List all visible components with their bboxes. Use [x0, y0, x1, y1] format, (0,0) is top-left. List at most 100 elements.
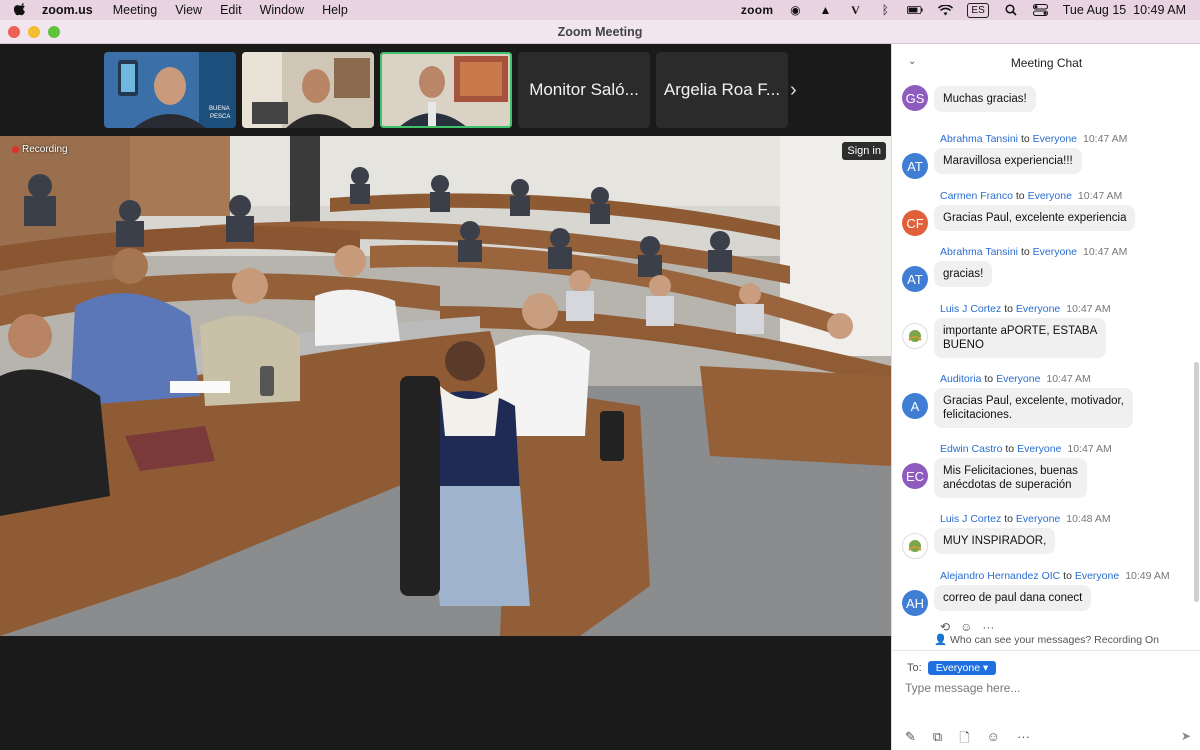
message-time: 10:47 AM [1067, 443, 1112, 455]
to-word: to [1005, 443, 1015, 455]
avatar[interactable] [902, 323, 928, 349]
app-menu[interactable]: zoom.us [42, 3, 93, 17]
recording-label: Recording [22, 144, 68, 155]
menu-edit[interactable]: Edit [220, 3, 242, 17]
active-speaker-video-tile[interactable] [380, 52, 512, 128]
vectorworks-icon[interactable]: V [847, 3, 863, 17]
message-meta: Luis J Cortez to Everyone 10:47 AM [940, 303, 1111, 315]
participant-name-tile[interactable]: Argelia Roa F... [656, 52, 788, 128]
classroom-video-image [0, 136, 891, 636]
next-page-chevron-icon[interactable]: › [790, 80, 797, 100]
avatar[interactable]: A [902, 393, 928, 419]
wifi-icon[interactable] [937, 3, 953, 17]
message-meta: Luis J Cortez to Everyone 10:48 AM [940, 513, 1111, 525]
recipient-name[interactable]: Everyone [1033, 133, 1077, 145]
to-word: to [1063, 570, 1072, 582]
svg-text:PESCA: PESCA [210, 114, 230, 120]
menu-window[interactable]: Window [260, 3, 304, 17]
recipient-name[interactable]: Everyone [1028, 190, 1072, 202]
message-bubble[interactable]: gracias! [934, 261, 993, 287]
recipient-name[interactable]: Everyone [1016, 303, 1060, 315]
message-meta: Abrahma Tansini to Everyone 10:47 AM [940, 246, 1127, 258]
recording-dot-icon [12, 146, 19, 153]
recipient-name[interactable]: Everyone [1017, 443, 1061, 455]
reply-icon[interactable]: ⟲ [940, 620, 950, 634]
recipient-select[interactable]: Everyone ▾ [927, 661, 997, 675]
drive-icon[interactable]: ▲ [817, 3, 833, 17]
add-reaction-icon[interactable]: ☺ [960, 620, 972, 634]
avatar[interactable]: CF [902, 210, 928, 236]
message-time: 10:49 AM [1125, 570, 1170, 582]
message-meta: Abrahma Tansini to Everyone 10:47 AM [940, 133, 1127, 145]
sender-name[interactable]: Abrahma Tansini [940, 133, 1018, 145]
message-bubble[interactable]: importante aPORTE, ESTABA BUENO [934, 318, 1107, 358]
menu-meeting[interactable]: Meeting [113, 3, 157, 17]
message-bubble[interactable]: correo de paul dana conect [934, 585, 1092, 611]
menu-help[interactable]: Help [322, 3, 348, 17]
recipient-name[interactable]: Everyone [1016, 513, 1060, 525]
message-input[interactable] [905, 681, 1185, 695]
svg-text:BUENA: BUENA [209, 106, 230, 112]
spotlight-search-icon[interactable] [1003, 3, 1019, 17]
control-center-icon[interactable] [1033, 3, 1049, 17]
participant-video-tile[interactable]: BUENA PESCA [104, 52, 236, 128]
sender-name[interactable]: Luis J Cortez [940, 513, 1001, 525]
zoom-status-item[interactable]: zoom [741, 3, 774, 17]
sender-name[interactable]: Auditoria [940, 373, 981, 385]
message-meta: Alejandro Hernandez OIC to Everyone 10:49… [940, 570, 1170, 582]
bluetooth-icon[interactable]: ᛒ [877, 3, 893, 17]
chat-title: Meeting Chat [1010, 56, 1083, 70]
avatar[interactable]: EC [902, 463, 928, 489]
avatar[interactable]: AT [902, 153, 928, 179]
message-time: 10:47 AM [1077, 190, 1123, 202]
people-icon: 👤 [934, 634, 948, 646]
apple-logo-icon[interactable] [14, 3, 28, 17]
screen-share-icon[interactable]: ◉ [787, 3, 803, 17]
message-bubble[interactable]: Muchas gracias! [934, 86, 1036, 112]
message-bubble[interactable]: Mis Felicitaciones, buenas anécdotas de … [934, 458, 1087, 498]
more-options-icon[interactable]: ··· [982, 620, 994, 634]
file-icon[interactable]: 🗋 [959, 729, 969, 750]
avatar[interactable]: GS [902, 85, 928, 111]
organization-logo-icon [908, 540, 922, 552]
chat-scrollbar[interactable] [1194, 362, 1199, 602]
sender-name[interactable]: Luis J Cortez [940, 303, 1001, 315]
recipient-name[interactable]: Everyone [1075, 570, 1119, 582]
window-title-bar: Zoom Meeting [0, 20, 1200, 44]
avatar[interactable]: AH [902, 590, 928, 616]
emoji-icon[interactable]: ☺ [987, 729, 1000, 750]
send-icon[interactable]: ➤ [1181, 729, 1191, 743]
screenshot-icon[interactable]: ⧉ [933, 729, 942, 750]
participant-video-tile[interactable] [242, 52, 374, 128]
main-video-stage: Recording Sign in [0, 136, 891, 636]
input-source-indicator[interactable]: ES [967, 2, 989, 18]
sender-name[interactable]: Carmen Franco [940, 190, 1013, 202]
format-text-icon[interactable]: ✎ [905, 729, 916, 750]
more-icon[interactable]: ··· [1017, 729, 1030, 750]
menubar-clock[interactable]: Tue Aug 15 10:49 AM [1063, 3, 1186, 17]
message-bubble[interactable]: Gracias Paul, excelente, motivador, feli… [934, 388, 1133, 428]
recipient-name[interactable]: Everyone [1033, 246, 1077, 258]
recipient-name[interactable]: Everyone [996, 373, 1040, 385]
privacy-notice[interactable]: 👤 Who can see your messages? Recording O… [892, 633, 1200, 646]
to-word: to [1020, 246, 1030, 258]
participant-name-tile[interactable]: Monitor Saló... [518, 52, 650, 128]
avatar[interactable] [902, 533, 928, 559]
chat-messages-list: GS Muchas gracias! AT Abrahma Tansini to… [892, 82, 1200, 642]
message-bubble[interactable]: Maravillosa experiencia!!! [934, 148, 1082, 174]
sender-name[interactable]: Alejandro Hernandez OIC [940, 570, 1060, 582]
to-word: to [1015, 190, 1025, 202]
menu-view[interactable]: View [175, 3, 202, 17]
compose-toolbar: ✎ ⧉ 🗋 ☺ ··· [905, 729, 1030, 750]
battery-icon[interactable] [907, 3, 924, 17]
sender-name[interactable]: Abrahma Tansini [940, 246, 1018, 258]
sender-name[interactable]: Edwin Castro [940, 443, 1002, 455]
participant-strip: BUENA PESCA Monitor Saló... Argelia Roa … [104, 52, 788, 128]
message-bubble[interactable]: Gracias Paul, excelente experiencia [934, 205, 1136, 231]
message-meta: Edwin Castro to Everyone 10:47 AM [940, 443, 1112, 455]
avatar[interactable]: AT [902, 266, 928, 292]
message-bubble[interactable]: MUY INSPIRADOR, [934, 528, 1056, 554]
caret-down-icon: ▾ [982, 662, 989, 674]
recording-indicator: Recording [12, 144, 68, 155]
sign-in-button[interactable]: Sign in [842, 142, 886, 160]
